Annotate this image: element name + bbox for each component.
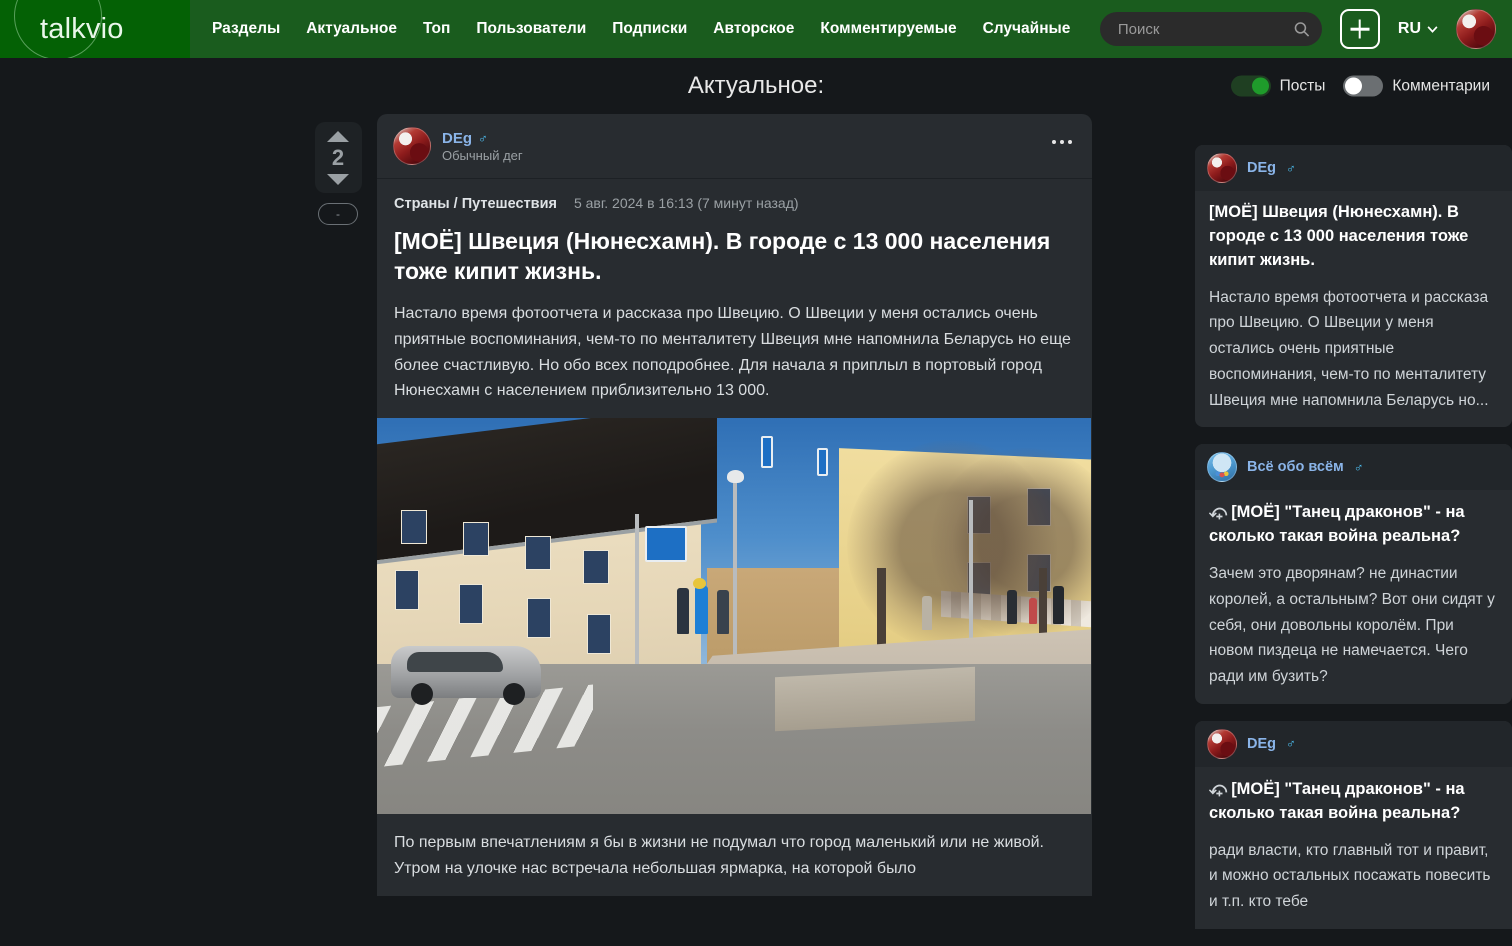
gender-male-icon: ♂ (1353, 459, 1364, 475)
sidebar-card-header: DEg ♂ (1195, 720, 1512, 767)
sidebar-avatar[interactable] (1207, 452, 1237, 483)
logo-block[interactable]: talkvio (0, 0, 190, 58)
sidebar-card[interactable]: Всё обо всём ♂ ⤽ [МОЁ] "Танец драконов" -… (1195, 444, 1512, 704)
search-input[interactable] (1099, 12, 1322, 46)
vote-count: 2 (331, 145, 345, 170)
post-meta-row: Страны / Путешествия 5 авг. 2024 в 16:13… (394, 195, 1075, 212)
nav-item-razdely[interactable]: Разделы (212, 20, 280, 38)
vote-rail: 2 - (313, 122, 363, 225)
post-author-line: DEg ♂ (442, 130, 523, 147)
post-author-meta: DEg ♂ Обычный дег (442, 130, 523, 163)
language-label: RU (1397, 20, 1421, 37)
chevron-down-icon (1427, 25, 1438, 33)
photo-person (1029, 598, 1037, 625)
feed-type-toggles: Посты Комментарии (1230, 75, 1490, 97)
post-title-text: Швеция (Нюнесхамн). В городе с 13 000 на… (394, 228, 1051, 285)
nav-item-avtorskoe[interactable]: Авторское (713, 20, 794, 38)
post-paragraph-1: Настало время фотоотчета и рассказа про … (394, 304, 1071, 400)
sidebar-tag-mine: [МОЁ] (1231, 503, 1280, 522)
top-navigation-bar: talkvio Разделы Актуальное Топ Пользоват… (0, 0, 1512, 58)
photo-person (695, 586, 708, 635)
toggle-comments-label: Комментарии (1392, 77, 1490, 94)
post-card: DEg ♂ Обычный дег Страны / Путешествия 5… (377, 114, 1092, 897)
post-title[interactable]: [МОЁ] Швеция (Нюнесхамн). В городе с 13 … (394, 226, 1075, 287)
nav-item-polzovateli[interactable]: Пользователи (476, 20, 586, 38)
page-header: Актуальное: Посты Комментарии (0, 58, 1512, 114)
reply-arrow-icon: ⤽ (1209, 502, 1228, 522)
sidebar-card-body: ⤽ [МОЁ] "Танец драконов" - на сколько так… (1195, 767, 1512, 929)
sidebar-tag-mine: [МОЁ] (1231, 779, 1280, 798)
toggle-posts[interactable]: Посты (1230, 75, 1326, 97)
photo-person (922, 596, 932, 631)
photo-planter (775, 667, 975, 732)
post-author-avatar[interactable] (393, 127, 431, 165)
sidebar-author-name[interactable]: Всё обо всём (1247, 459, 1344, 475)
toggle-comments-knob (1345, 77, 1363, 95)
toggle-posts-label: Посты (1279, 77, 1326, 94)
post-category[interactable]: Страны / Путешествия (394, 196, 557, 212)
sidebar-card-header: DEg ♂ (1195, 145, 1512, 191)
photo-car (391, 646, 541, 706)
photo-banner-1 (761, 436, 773, 469)
toggle-comments-switch[interactable] (1343, 75, 1384, 97)
page-title: Актуальное: (687, 72, 825, 99)
sidebar-author-name[interactable]: DEg (1247, 736, 1276, 752)
sidebar-card-text: Настало время фотоотчета и рассказа про … (1209, 288, 1489, 409)
photo-person (1053, 586, 1064, 625)
nav-right-group: RU (1099, 9, 1512, 49)
gender-male-icon: ♂ (1286, 160, 1296, 176)
nav-item-sluchaynye[interactable]: Случайные (983, 20, 1071, 38)
vote-widget: 2 (314, 122, 362, 193)
post-header: DEg ♂ Обычный дег (377, 114, 1092, 179)
collapse-post-button[interactable]: - (318, 203, 358, 225)
photo-lamp-head (727, 470, 744, 484)
photo-info-sign (645, 526, 687, 563)
reply-arrow-icon: ⤽ (1209, 778, 1228, 798)
photo-person (1007, 590, 1017, 625)
sidebar-avatar[interactable] (1207, 728, 1237, 759)
sidebar-author-name[interactable]: DEg (1247, 160, 1276, 176)
sidebar-tag-mine: [МОЁ] (1209, 203, 1258, 221)
nav-item-aktualnoe[interactable]: Актуальное (306, 20, 397, 38)
photo-person (717, 590, 729, 635)
sidebar-card-title[interactable]: ⤽ [МОЁ] "Танец драконов" - на сколько так… (1209, 777, 1498, 826)
post-photo[interactable] (377, 418, 1091, 815)
post-timestamp: 5 авг. 2024 в 16:13 (7 минут назад) (573, 195, 799, 211)
sidebar-card[interactable]: DEg ♂ ⤽ [МОЁ] "Танец драконов" - на сколь… (1195, 720, 1512, 929)
sidebar-card-body: [МОЁ] Швеция (Нюнесхамн). В городе с 13 … (1195, 191, 1512, 427)
sidebar-card-text: Зачем это дворянам? не династии королей,… (1209, 565, 1495, 686)
brand-logo-text: talkvio (40, 12, 124, 45)
search-box (1099, 12, 1322, 46)
sidebar-avatar[interactable] (1207, 153, 1237, 183)
post-author-name[interactable]: DEg (442, 130, 472, 147)
post-body: Страны / Путешествия 5 авг. 2024 в 16:13… (377, 179, 1092, 882)
user-avatar[interactable] (1456, 9, 1496, 49)
language-selector[interactable]: RU (1398, 20, 1438, 38)
nav-item-podpiski[interactable]: Подписки (612, 20, 687, 38)
sidebar-card-header: Всё обо всём ♂ (1195, 444, 1512, 491)
sidebar-card-text: ради власти, кто главный тот и правит, и… (1209, 841, 1491, 911)
gender-male-icon: ♂ (1286, 736, 1296, 752)
sidebar-card[interactable]: DEg ♂ [МОЁ] Швеция (Нюнесхамн). В городе… (1195, 145, 1512, 428)
toggle-posts-knob (1251, 77, 1269, 95)
photo-person (677, 588, 689, 635)
upvote-arrow-icon[interactable] (327, 131, 349, 142)
photo-banner-2 (817, 448, 828, 477)
nav-links: Разделы Актуальное Топ Пользователи Подп… (212, 20, 1070, 38)
gender-male-icon: ♂ (478, 130, 488, 146)
post-paragraph-2: По первым впечатлениям я бы в жизни не п… (394, 834, 1044, 878)
nav-item-top[interactable]: Топ (423, 20, 450, 38)
sidebar-card-title[interactable]: [МОЁ] Швеция (Нюнесхамн). В городе с 13 … (1209, 201, 1498, 273)
nav-item-kommentiruemye[interactable]: Комментируемые (820, 20, 956, 38)
create-post-button[interactable] (1339, 9, 1380, 49)
toggle-comments[interactable]: Комментарии (1343, 75, 1490, 97)
downvote-arrow-icon[interactable] (327, 174, 349, 185)
post-author-subtitle: Обычный дег (442, 147, 523, 163)
toggle-posts-switch[interactable] (1230, 75, 1271, 97)
right-sidebar: DEg ♂ [МОЁ] Швеция (Нюнесхамн). В городе… (1195, 145, 1512, 946)
sidebar-card-title[interactable]: ⤽ [МОЁ] "Танец драконов" - на сколько так… (1209, 500, 1498, 549)
post-tag-mine: [МОЁ] (394, 228, 462, 254)
sidebar-card-body: ⤽ [МОЁ] "Танец драконов" - на сколько так… (1195, 490, 1512, 703)
more-dots-icon[interactable] (1048, 136, 1076, 148)
